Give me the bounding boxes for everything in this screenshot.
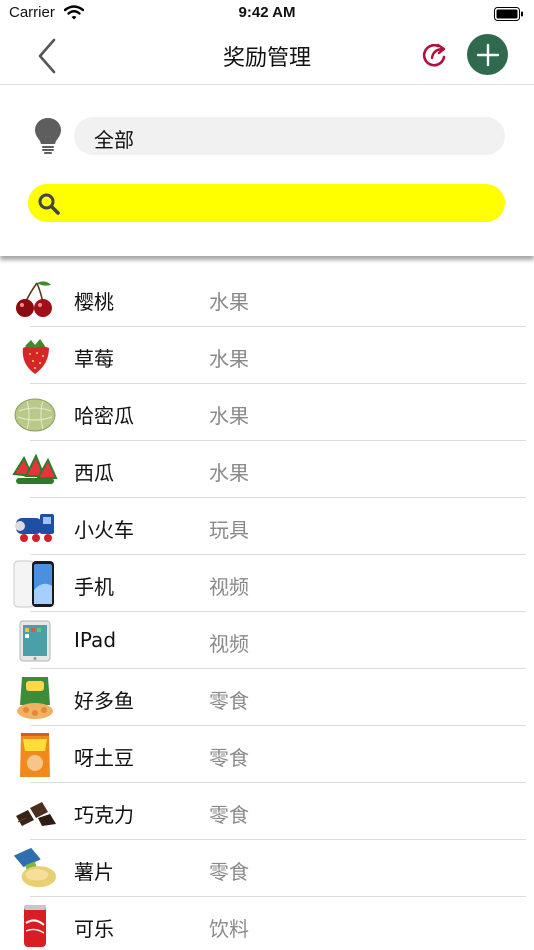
list-item[interactable]: 巧克力 零食 — [0, 783, 534, 840]
category-selector-label: 全部 — [94, 128, 134, 152]
reward-name: 可乐 — [74, 917, 114, 941]
list-item[interactable]: 好多鱼 零食 — [0, 669, 534, 726]
add-button[interactable] — [467, 34, 508, 75]
status-time: 9:42 AM — [238, 4, 296, 21]
list-item[interactable]: 薯片 零食 — [0, 840, 534, 897]
list-item[interactable]: 呀土豆 零食 — [0, 726, 534, 783]
reward-name: 手机 — [74, 575, 114, 599]
share-arrow-icon — [422, 43, 446, 67]
cola-can-icon — [12, 903, 58, 949]
filter-panel: 全部 — [0, 84, 534, 256]
reward-category: 视频 — [209, 575, 249, 599]
reward-name: IPad — [74, 628, 117, 652]
reward-name: 樱桃 — [74, 290, 114, 314]
list-item[interactable]: 樱桃 水果 — [0, 270, 534, 327]
reward-category: 零食 — [209, 689, 249, 713]
list-item[interactable]: 哈密瓜 水果 — [0, 384, 534, 441]
reward-category: 视频 — [209, 632, 249, 656]
reward-category: 水果 — [209, 461, 249, 485]
lightbulb-icon — [34, 117, 62, 159]
reward-list: 樱桃 水果 草莓 水果 哈密瓜 水果 西瓜 水果 小火车 玩具 手机 视频 IP… — [0, 270, 534, 950]
cherry-icon — [12, 276, 58, 322]
list-item[interactable]: 西瓜 水果 — [0, 441, 534, 498]
search-icon — [37, 192, 61, 220]
reward-name: 草莓 — [74, 347, 114, 371]
reward-name: 好多鱼 — [74, 689, 134, 713]
reward-name: 巧克力 — [74, 803, 134, 827]
potato-chips-icon — [12, 846, 58, 892]
reward-category: 零食 — [209, 860, 249, 884]
chips-bag-icon — [12, 732, 58, 778]
reward-category: 饮料 — [209, 917, 249, 941]
page-title: 奖励管理 — [222, 46, 311, 71]
list-item[interactable]: 草莓 水果 — [0, 327, 534, 384]
reward-category: 水果 — [209, 404, 249, 428]
reward-category: 水果 — [209, 347, 249, 371]
reward-name: 小火车 — [74, 518, 134, 542]
list-item[interactable]: 可乐 饮料 — [0, 897, 534, 950]
melon-icon — [12, 390, 58, 436]
reward-name: 薯片 — [74, 860, 114, 884]
reward-name: 呀土豆 — [74, 746, 134, 770]
list-item[interactable]: 小火车 玩具 — [0, 498, 534, 555]
list-item[interactable]: 手机 视频 — [0, 555, 534, 612]
status-bar: Carrier 9:42 AM — [0, 0, 534, 28]
phone-icon — [12, 560, 58, 608]
search-input[interactable] — [28, 184, 505, 222]
category-selector[interactable]: 全部 — [74, 117, 505, 155]
reward-category: 零食 — [209, 746, 249, 770]
reward-category: 零食 — [209, 803, 249, 827]
tablet-icon — [12, 618, 58, 664]
reward-category: 玩具 — [209, 518, 249, 542]
reward-name: 西瓜 — [74, 461, 114, 485]
toy-train-icon — [12, 504, 58, 550]
list-item[interactable]: IPad 视频 — [0, 612, 534, 669]
strawberry-icon — [12, 333, 58, 379]
navigation-bar: 奖励管理 — [0, 28, 534, 84]
plus-icon — [476, 43, 499, 66]
chocolate-icon — [12, 789, 58, 835]
share-button[interactable] — [420, 39, 452, 71]
battery-icon — [494, 6, 524, 25]
reward-category: 水果 — [209, 290, 249, 314]
snack-bag-icon — [12, 675, 58, 721]
watermelon-icon — [12, 447, 58, 493]
reward-name: 哈密瓜 — [74, 404, 134, 428]
